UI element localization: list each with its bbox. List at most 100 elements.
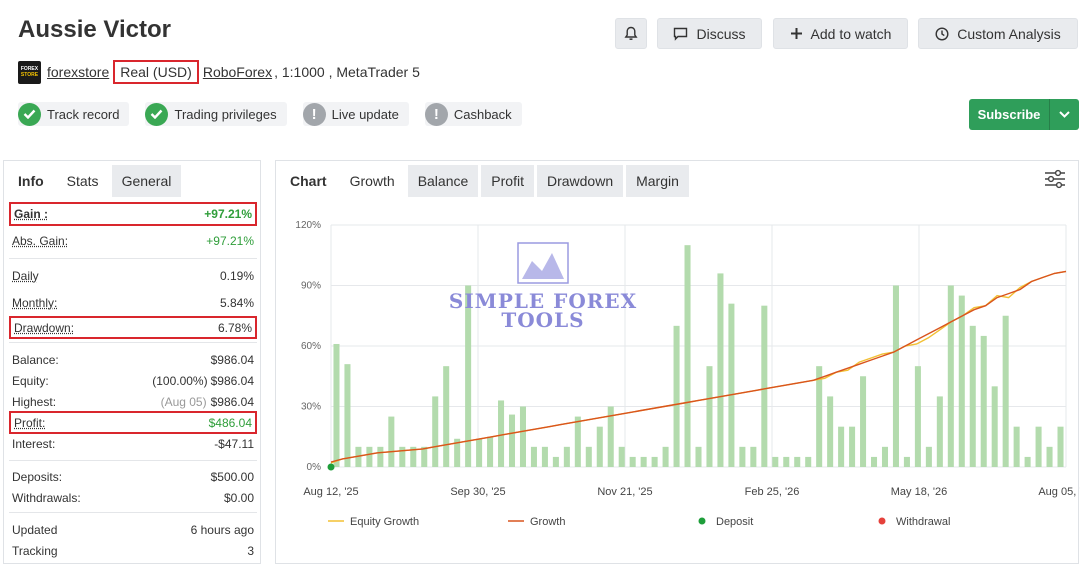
legend-swatch: [878, 517, 886, 525]
account-details: , 1:1000 , MetaTrader 5: [274, 64, 420, 80]
badge-trading-privileges[interactable]: Trading privileges: [145, 102, 287, 126]
stat-updated: Updated 6 hours ago: [12, 523, 254, 537]
chart-bar: [421, 446, 428, 467]
chart-bar: [1002, 315, 1009, 467]
tab-stats[interactable]: Stats: [56, 165, 109, 197]
chart-bar: [805, 456, 812, 467]
discuss-label: Discuss: [696, 25, 746, 42]
discuss-button[interactable]: Discuss: [657, 18, 762, 49]
chart-bar: [585, 446, 592, 467]
chart-bar: [881, 446, 889, 467]
growth-chart: SIMPLE FOREX TOOLS 0% 30% 60% 90% 120% Aug 12…: [295, 220, 1080, 528]
chart-bar: [695, 446, 702, 467]
exclamation-icon: !: [302, 102, 326, 126]
watermark: SIMPLE FOREX TOOLS: [449, 242, 636, 332]
chart-bar: [706, 366, 713, 467]
chart-bar: [969, 325, 976, 467]
divider: [9, 460, 257, 461]
stat-daily: Daily 0.19%: [12, 269, 254, 283]
x-tick-label: May 18, '26: [891, 486, 948, 498]
chart-bar: [892, 285, 899, 467]
chat-icon: [674, 27, 688, 41]
chart-bar: [443, 366, 450, 467]
chart-bar: [925, 446, 932, 467]
add-to-watch-button[interactable]: Add to watch: [773, 18, 908, 49]
chart-bar: [344, 364, 351, 467]
y-tick-label: 0%: [307, 462, 322, 473]
chart-bar: [673, 325, 680, 467]
chart-bar: [772, 456, 779, 467]
stat-drawdown: Drawdown: 6.78%: [9, 316, 257, 339]
chart-bar: [827, 396, 834, 467]
add-to-watch-label: Add to watch: [810, 25, 892, 42]
account-info: FOREX STORE forexstore Real (USD) RoboFo…: [18, 60, 420, 84]
chart-bar: [871, 456, 878, 467]
chart-bar: [563, 446, 570, 467]
stat-profit: Profit: $486.04: [9, 411, 257, 434]
tab-info[interactable]: Info: [8, 165, 54, 197]
chart-bar: [552, 456, 559, 467]
chart-bar: [388, 416, 395, 467]
chart-bar: [366, 446, 373, 467]
chart-bar: [903, 456, 910, 467]
account-type: Real (USD): [113, 60, 199, 84]
chart-bar: [991, 386, 998, 467]
chart-bar: [596, 426, 603, 467]
stat-abs-gain: Abs. Gain: +97.21%: [12, 234, 254, 248]
chart-bar: [508, 414, 516, 467]
divider: [9, 258, 257, 259]
broker-link[interactable]: RoboForex: [203, 64, 272, 80]
chart-bar: [651, 456, 658, 467]
chart-bar: [684, 245, 691, 467]
bell-icon: [624, 26, 638, 40]
chart-bar: [849, 426, 856, 467]
notify-button[interactable]: [615, 18, 647, 49]
owner-link[interactable]: forexstore: [47, 64, 109, 80]
chart-bar: [1057, 426, 1064, 467]
chart-bar: [816, 366, 823, 467]
badge-cashback[interactable]: ! Cashback: [424, 102, 522, 126]
stat-tracking: Tracking 3: [12, 544, 254, 558]
chart-bar: [794, 456, 801, 467]
stat-equity: Equity: (100.00%) $986.04: [12, 374, 254, 388]
y-tick-label: 120%: [295, 220, 321, 231]
badge-live-update[interactable]: ! Live update: [302, 102, 409, 126]
x-tick-label: Sep 30, '25: [450, 486, 505, 498]
stat-interest: Interest: -$47.11: [12, 437, 254, 451]
chevron-down-icon: [1059, 111, 1070, 118]
watermark-line2: TOOLS: [501, 308, 584, 332]
plus-icon: [790, 28, 802, 39]
chart-bar: [640, 456, 647, 467]
legend-label: Equity Growth: [350, 516, 419, 528]
chart-bar: [333, 343, 340, 467]
badge-track-record[interactable]: Track record: [18, 102, 130, 126]
stat-withdrawals: Withdrawals: $0.00: [12, 491, 254, 505]
exclamation-icon: !: [424, 102, 448, 126]
chart-panel: Chart Growth Balance Profit Drawdown Mar…: [275, 160, 1080, 564]
custom-analysis-button[interactable]: Custom Analysis: [918, 18, 1078, 49]
chart-bar: [783, 456, 790, 467]
chart-bar: [1035, 426, 1042, 467]
y-tick-label: 90%: [301, 281, 321, 292]
tab-general[interactable]: General: [111, 165, 182, 197]
stat-monthly: Monthly: 5.84%: [12, 296, 254, 310]
chart-bar: [980, 335, 987, 467]
page-title: Aussie Victor: [18, 16, 171, 43]
stat-gain: Gain : +97.21%: [9, 202, 257, 226]
chart-bar: [541, 446, 548, 467]
x-tick-label: Feb 25, '26: [745, 486, 800, 498]
chart-bar: [530, 446, 537, 467]
check-icon: [145, 102, 169, 126]
chart-bar: [432, 396, 439, 467]
chart-bar: [1024, 456, 1031, 467]
subscribe-button[interactable]: Subscribe: [969, 99, 1079, 130]
chart-bar: [728, 303, 735, 467]
chart-bar: [519, 406, 526, 467]
x-tick-label: Nov 21, '25: [597, 486, 652, 498]
chart-bar: [1013, 426, 1020, 467]
chart-bar: [717, 273, 724, 467]
legend-label: Growth: [530, 516, 565, 528]
subscribe-dropdown[interactable]: [1049, 99, 1079, 130]
y-tick-label: 30%: [301, 402, 321, 413]
chart-bar: [739, 446, 746, 467]
